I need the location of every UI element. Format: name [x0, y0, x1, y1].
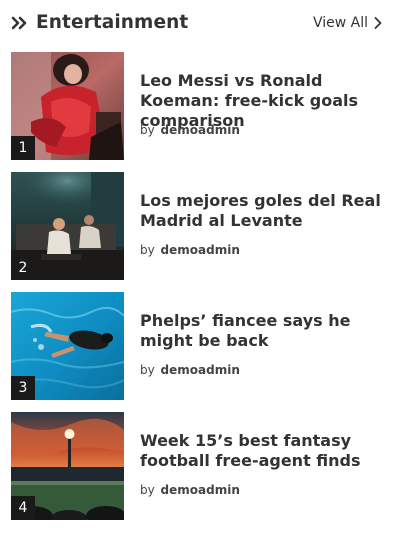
- by-label: by: [140, 243, 155, 257]
- by-label: by: [140, 483, 155, 497]
- post-meta: by demoadmin: [140, 482, 240, 498]
- post-author[interactable]: demoadmin: [161, 483, 240, 497]
- view-all-label: View All: [312, 15, 368, 31]
- double-chevron-right-icon: [11, 16, 27, 30]
- chevron-right-icon: [374, 17, 382, 29]
- post-title[interactable]: Los mejores goles del Real Madrid al Lev…: [140, 191, 388, 231]
- post-number-badge: 4: [11, 496, 35, 520]
- widget-header: Entertainment View All: [11, 10, 383, 36]
- post-thumbnail[interactable]: 2: [11, 172, 124, 280]
- post-thumbnail[interactable]: 4: [11, 412, 124, 520]
- post-thumbnail[interactable]: 3: [11, 292, 124, 400]
- post-meta: by demoadmin: [140, 242, 240, 258]
- post-item: 1 Leo Messi vs Ronald Koeman: free-kick …: [11, 52, 383, 160]
- post-meta: by demoadmin: [140, 122, 240, 138]
- post-item: 2 Los mejores goles del Real Madrid al L…: [11, 172, 383, 280]
- post-author[interactable]: demoadmin: [161, 363, 240, 377]
- post-author[interactable]: demoadmin: [161, 243, 240, 257]
- post-thumbnail[interactable]: 1: [11, 52, 124, 160]
- post-number-badge: 2: [11, 256, 35, 280]
- post-item: 3 Phelps’ fiancee says he might be back …: [11, 292, 383, 400]
- post-title[interactable]: Phelps’ fiancee says he might be back: [140, 311, 388, 351]
- entertainment-widget: Entertainment View All 1 Leo Messi vs Ro…: [0, 0, 403, 541]
- widget-title: Entertainment: [36, 12, 189, 33]
- post-item: 4 Week 15’s best fantasy football free-a…: [11, 412, 383, 520]
- view-all-link[interactable]: View All: [313, 12, 383, 34]
- post-number-badge: 3: [11, 376, 35, 400]
- post-author[interactable]: demoadmin: [161, 123, 240, 137]
- post-title[interactable]: Week 15’s best fantasy football free-age…: [140, 431, 388, 471]
- by-label: by: [140, 363, 155, 377]
- by-label: by: [140, 123, 155, 137]
- post-number-badge: 1: [11, 136, 35, 160]
- post-meta: by demoadmin: [140, 362, 240, 378]
